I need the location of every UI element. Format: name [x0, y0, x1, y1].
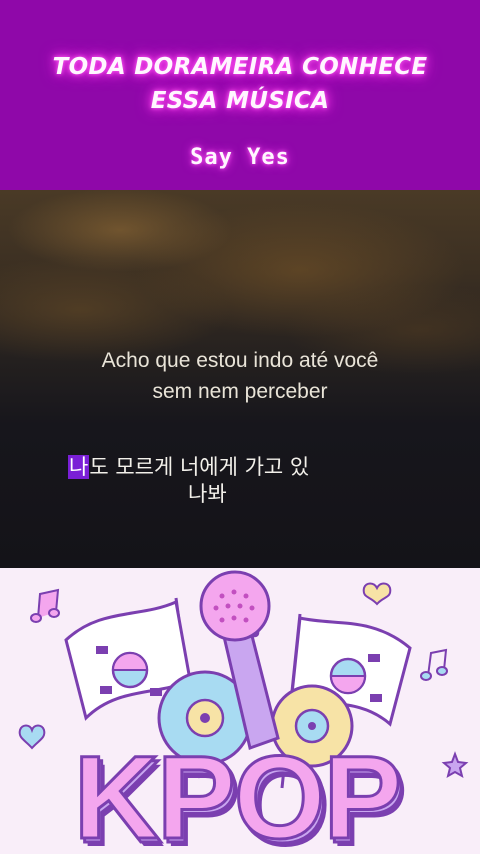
kpop-illustration: KPOP KPOP KPOP	[18, 570, 469, 854]
video-frame[interactable]: Acho que estou indo até você sem nem per…	[0, 190, 480, 568]
heart-icon	[18, 724, 46, 750]
karaoke-highlight: 나	[68, 455, 90, 479]
kpop-logo-text: KPOP	[74, 732, 400, 854]
song-name: Say Yes	[190, 145, 290, 170]
subtitle-korean: 나도 모르게 너에게 가고 있 나봐	[68, 454, 309, 508]
banner-title: TODA DORAMEIRA CONHECE ESSA MÚSICA	[52, 54, 428, 114]
subtitle-korean-line2: 나봐	[188, 482, 227, 506]
music-note-icon	[420, 648, 448, 681]
star-icon	[441, 751, 469, 779]
heart-icon	[362, 582, 392, 606]
title-banner: TODA DORAMEIRA CONHECE ESSA MÚSICA Say Y…	[0, 0, 480, 190]
subtitle-korean-rest: 도 모르게 너에게 가고 있	[89, 455, 310, 479]
kpop-logo: KPOP KPOP KPOP	[72, 731, 408, 854]
kpop-artwork: KPOP KPOP KPOP	[0, 568, 480, 854]
subtitle-portuguese: Acho que estou indo até você sem nem per…	[101, 349, 379, 403]
music-note-icon	[30, 588, 60, 623]
